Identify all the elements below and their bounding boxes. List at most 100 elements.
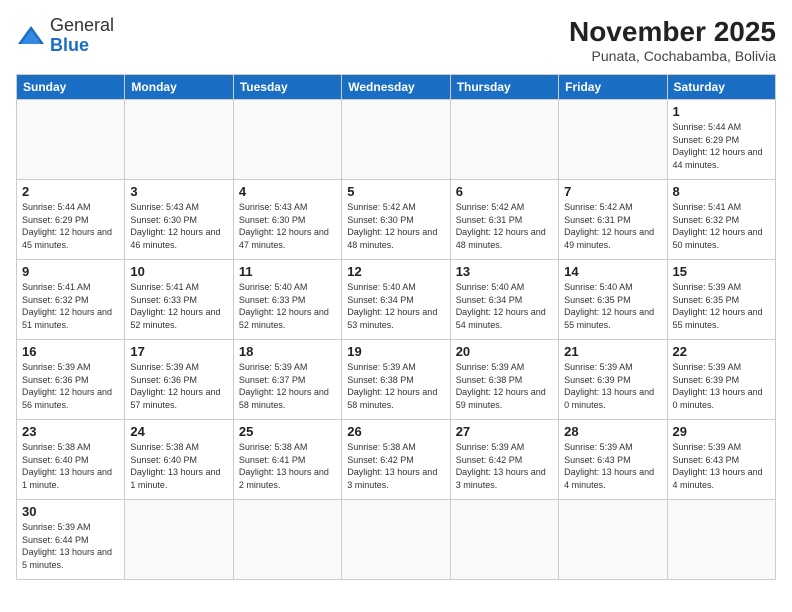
calendar-cell: 27 Sunrise: 5:39 AM Sunset: 6:42 PM Dayli… [450,420,558,500]
page: General Blue November 2025 Punata, Cocha… [0,0,792,612]
calendar-cell: 9Sunrise: 5:41 AM Sunset: 6:32 PM Daylig… [17,260,125,340]
day-number: 9 [22,264,119,279]
day-number: 28 [564,424,661,439]
calendar-cell: 25 Sunrise: 5:38 AM Sunset: 6:41 PM Dayli… [233,420,341,500]
calendar-cell: 29Sunrise: 5:39 AM Sunset: 6:43 PM Dayli… [667,420,775,500]
day-info: Sunrise: 5:39 AM Sunset: 6:38 PM Dayligh… [456,361,553,411]
day-number: 19 [347,344,444,359]
day-number: 26 [347,424,444,439]
calendar-cell [450,500,558,580]
day-info: Sunrise: 5:40 AM Sunset: 6:34 PM Dayligh… [347,281,444,331]
day-number: 14 [564,264,661,279]
day-info: Sunrise: 5:39 AM Sunset: 6:42 PM Dayligh… [456,441,553,491]
logo-text: General Blue [50,16,114,56]
day-info: Sunrise: 5:43 AM Sunset: 6:30 PM Dayligh… [130,201,227,251]
calendar-cell: 2 Sunrise: 5:44 AM Sunset: 6:29 PM Daylig… [17,180,125,260]
day-number: 13 [456,264,553,279]
calendar-cell: 14 Sunrise: 5:40 AM Sunset: 6:35 PM Dayli… [559,260,667,340]
calendar-week-6: 30 Sunrise: 5:39 AM Sunset: 6:44 PM Dayli… [17,500,776,580]
day-info: Sunrise: 5:40 AM Sunset: 6:34 PM Dayligh… [456,281,553,331]
day-header-saturday: Saturday [667,75,775,100]
day-number: 4 [239,184,336,199]
calendar-cell: 4 Sunrise: 5:43 AM Sunset: 6:30 PM Daylig… [233,180,341,260]
calendar-cell: 10Sunrise: 5:41 AM Sunset: 6:33 PM Dayli… [125,260,233,340]
calendar-cell [559,500,667,580]
calendar-week-2: 2 Sunrise: 5:44 AM Sunset: 6:29 PM Daylig… [17,180,776,260]
day-header-friday: Friday [559,75,667,100]
calendar-cell [667,500,775,580]
day-info: Sunrise: 5:41 AM Sunset: 6:32 PM Dayligh… [673,201,770,251]
calendar-cell: 13 Sunrise: 5:40 AM Sunset: 6:34 PM Dayli… [450,260,558,340]
day-number: 6 [456,184,553,199]
calendar-cell: 8 Sunrise: 5:41 AM Sunset: 6:32 PM Daylig… [667,180,775,260]
day-number: 30 [22,504,119,519]
location: Punata, Cochabamba, Bolivia [569,48,776,64]
day-info: Sunrise: 5:39 AM Sunset: 6:38 PM Dayligh… [347,361,444,411]
calendar-cell [450,100,558,180]
calendar-cell: 23 Sunrise: 5:38 AM Sunset: 6:40 PM Dayli… [17,420,125,500]
day-number: 20 [456,344,553,359]
calendar-cell [342,500,450,580]
calendar-cell: 15 Sunrise: 5:39 AM Sunset: 6:35 PM Dayli… [667,260,775,340]
day-info: Sunrise: 5:39 AM Sunset: 6:43 PM Dayligh… [564,441,661,491]
day-info: Sunrise: 5:39 AM Sunset: 6:35 PM Dayligh… [673,281,770,331]
calendar-cell: 19 Sunrise: 5:39 AM Sunset: 6:38 PM Dayli… [342,340,450,420]
day-number: 12 [347,264,444,279]
day-info: Sunrise: 5:38 AM Sunset: 6:41 PM Dayligh… [239,441,336,491]
calendar-cell: 3 Sunrise: 5:43 AM Sunset: 6:30 PM Daylig… [125,180,233,260]
day-number: 8 [673,184,770,199]
calendar-week-5: 23 Sunrise: 5:38 AM Sunset: 6:40 PM Dayli… [17,420,776,500]
day-number: 15 [673,264,770,279]
day-info: Sunrise: 5:39 AM Sunset: 6:36 PM Dayligh… [22,361,119,411]
logo: General Blue [16,16,114,56]
calendar: SundayMondayTuesdayWednesdayThursdayFrid… [16,74,776,580]
day-header-tuesday: Tuesday [233,75,341,100]
day-info: Sunrise: 5:40 AM Sunset: 6:33 PM Dayligh… [239,281,336,331]
day-header-thursday: Thursday [450,75,558,100]
day-number: 25 [239,424,336,439]
calendar-cell [559,100,667,180]
day-number: 3 [130,184,227,199]
day-header-sunday: Sunday [17,75,125,100]
logo-blue: Blue [50,36,114,56]
calendar-cell: 12 Sunrise: 5:40 AM Sunset: 6:34 PM Dayli… [342,260,450,340]
day-header-wednesday: Wednesday [342,75,450,100]
day-number: 27 [456,424,553,439]
calendar-cell: 16Sunrise: 5:39 AM Sunset: 6:36 PM Dayli… [17,340,125,420]
calendar-cell: 20 Sunrise: 5:39 AM Sunset: 6:38 PM Dayli… [450,340,558,420]
calendar-week-1: 1Sunrise: 5:44 AM Sunset: 6:29 PM Daylig… [17,100,776,180]
calendar-cell [233,500,341,580]
month-title: November 2025 [569,16,776,48]
calendar-week-4: 16Sunrise: 5:39 AM Sunset: 6:36 PM Dayli… [17,340,776,420]
calendar-cell: 17 Sunrise: 5:39 AM Sunset: 6:36 PM Dayli… [125,340,233,420]
day-info: Sunrise: 5:42 AM Sunset: 6:30 PM Dayligh… [347,201,444,251]
day-info: Sunrise: 5:39 AM Sunset: 6:39 PM Dayligh… [673,361,770,411]
day-info: Sunrise: 5:40 AM Sunset: 6:35 PM Dayligh… [564,281,661,331]
day-info: Sunrise: 5:38 AM Sunset: 6:40 PM Dayligh… [130,441,227,491]
calendar-cell: 7Sunrise: 5:42 AM Sunset: 6:31 PM Daylig… [559,180,667,260]
day-number: 17 [130,344,227,359]
day-info: Sunrise: 5:44 AM Sunset: 6:29 PM Dayligh… [673,121,770,171]
day-info: Sunrise: 5:44 AM Sunset: 6:29 PM Dayligh… [22,201,119,251]
day-number: 10 [130,264,227,279]
day-number: 23 [22,424,119,439]
calendar-header-row: SundayMondayTuesdayWednesdayThursdayFrid… [17,75,776,100]
day-number: 11 [239,264,336,279]
calendar-cell: 24Sunrise: 5:38 AM Sunset: 6:40 PM Dayli… [125,420,233,500]
day-number: 22 [673,344,770,359]
calendar-cell [125,500,233,580]
day-info: Sunrise: 5:38 AM Sunset: 6:40 PM Dayligh… [22,441,119,491]
logo-icon [16,24,46,48]
day-info: Sunrise: 5:39 AM Sunset: 6:36 PM Dayligh… [130,361,227,411]
calendar-cell: 5Sunrise: 5:42 AM Sunset: 6:30 PM Daylig… [342,180,450,260]
calendar-cell: 21Sunrise: 5:39 AM Sunset: 6:39 PM Dayli… [559,340,667,420]
day-info: Sunrise: 5:43 AM Sunset: 6:30 PM Dayligh… [239,201,336,251]
calendar-cell [125,100,233,180]
day-number: 2 [22,184,119,199]
calendar-cell: 18Sunrise: 5:39 AM Sunset: 6:37 PM Dayli… [233,340,341,420]
logo-general: General [50,16,114,36]
day-info: Sunrise: 5:39 AM Sunset: 6:43 PM Dayligh… [673,441,770,491]
day-number: 7 [564,184,661,199]
calendar-cell: 30 Sunrise: 5:39 AM Sunset: 6:44 PM Dayli… [17,500,125,580]
day-info: Sunrise: 5:39 AM Sunset: 6:44 PM Dayligh… [22,521,119,571]
